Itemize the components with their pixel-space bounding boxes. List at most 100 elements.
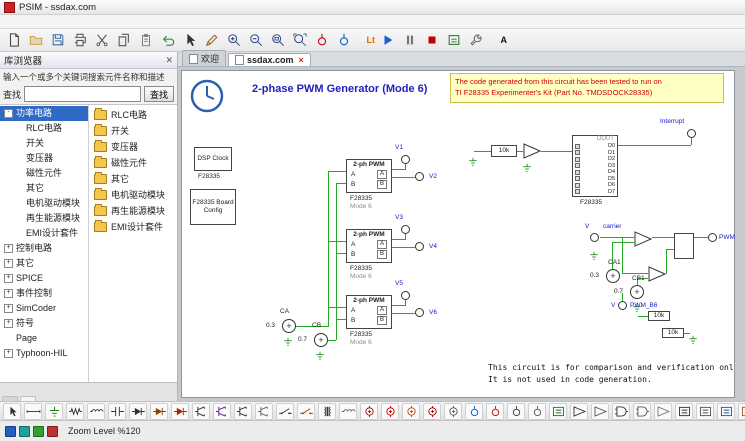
switch-icon[interactable] xyxy=(276,403,294,420)
expand-icon[interactable] xyxy=(14,184,23,193)
library-folder-item[interactable]: 电机驱动模块 xyxy=(89,187,177,203)
voltage-probe-v3[interactable] xyxy=(401,225,410,234)
text-tool-icon[interactable]: A xyxy=(488,30,508,50)
relay-icon[interactable] xyxy=(297,403,315,420)
tree-item[interactable]: 再生能源模块 xyxy=(0,211,88,226)
zoom-in-icon[interactable] xyxy=(224,30,244,50)
library-folder-item[interactable]: 其它 xyxy=(89,171,177,187)
undo-icon[interactable] xyxy=(158,30,178,50)
scope-icon[interactable] xyxy=(549,403,567,420)
ground-icon[interactable] xyxy=(45,403,63,420)
comparator-icon[interactable] xyxy=(591,403,609,420)
flipflop-icon[interactable] xyxy=(675,403,693,420)
sine-source-icon[interactable] xyxy=(381,403,399,420)
expand-icon[interactable]: + xyxy=(4,259,13,268)
or-gate-icon[interactable] xyxy=(633,403,651,420)
coupled-inductor-icon[interactable] xyxy=(339,403,357,420)
dsp-clock-block[interactable]: DSP Clock xyxy=(194,147,232,171)
expand-icon[interactable] xyxy=(14,199,23,208)
library-folder-item[interactable]: RLC电路 xyxy=(89,107,177,123)
status-icon-teal[interactable] xyxy=(19,426,30,437)
transformer-icon[interactable] xyxy=(318,403,336,420)
panel-close-icon[interactable]: ✕ xyxy=(165,55,173,66)
simview-icon[interactable] xyxy=(444,30,464,50)
opamp-icon[interactable] xyxy=(570,403,588,420)
not-gate-icon[interactable] xyxy=(654,403,672,420)
current-source-icon[interactable] xyxy=(423,403,441,420)
pwm-block-2[interactable]: 2-ph PWM AA BB xyxy=(346,229,392,263)
expand-icon[interactable] xyxy=(14,139,23,148)
comparator-1[interactable] xyxy=(634,231,652,247)
tree-item[interactable]: EMI设计套件 xyxy=(0,226,88,241)
expand-icon[interactable]: + xyxy=(4,349,13,358)
tree-item[interactable]: RLC电路 xyxy=(0,121,88,136)
wire-icon[interactable] xyxy=(24,403,42,420)
voltmeter-icon[interactable] xyxy=(507,403,525,420)
expand-icon[interactable] xyxy=(14,214,23,223)
pwm-block-1[interactable]: 2-ph PWM AA BB xyxy=(346,159,392,193)
expand-icon[interactable] xyxy=(14,229,23,238)
voltage-probe-v2[interactable] xyxy=(415,172,424,181)
thyristor-icon[interactable] xyxy=(171,403,189,420)
source-ca[interactable]: + xyxy=(282,319,296,333)
controlled-source-icon[interactable] xyxy=(444,403,462,420)
expand-icon[interactable]: + xyxy=(4,319,13,328)
adc-icon[interactable] xyxy=(717,403,735,420)
pause-simulation-icon[interactable] xyxy=(400,30,420,50)
cut-icon[interactable] xyxy=(92,30,112,50)
resistor-10k-2[interactable]: 10k xyxy=(662,328,684,338)
tree-item[interactable]: 开关 xyxy=(0,136,88,151)
status-icon-green[interactable] xyxy=(33,426,44,437)
paste-icon[interactable] xyxy=(136,30,156,50)
library-folder-item[interactable]: 变压器 xyxy=(89,139,177,155)
pnp-icon[interactable] xyxy=(255,403,273,420)
mosfet-icon[interactable] xyxy=(192,403,210,420)
expand-icon[interactable]: + xyxy=(4,304,13,313)
pwm-probe[interactable] xyxy=(708,233,717,242)
expand-icon[interactable]: + xyxy=(4,289,13,298)
tree-item[interactable]: 磁性元件 xyxy=(0,166,88,181)
new-file-icon[interactable] xyxy=(4,30,24,50)
expand-icon[interactable]: + xyxy=(4,244,13,253)
tree-item[interactable]: + 符号 xyxy=(0,316,88,331)
npn-icon[interactable] xyxy=(234,403,252,420)
source-ca1[interactable]: + xyxy=(606,269,620,283)
expand-icon[interactable]: + xyxy=(4,274,13,283)
inductor-icon[interactable] xyxy=(87,403,105,420)
expand-icon[interactable] xyxy=(14,169,23,178)
schematic-sheet[interactable]: 2-phase PWM Generator (Mode 6) The code … xyxy=(181,70,735,398)
library-folder-item[interactable]: EMI设计套件 xyxy=(89,219,177,235)
draw-wire-icon[interactable] xyxy=(202,30,222,50)
status-icon-blue[interactable] xyxy=(5,426,16,437)
interrupt-probe[interactable] xyxy=(687,129,696,138)
wrench-tool-icon[interactable] xyxy=(466,30,486,50)
copy-icon[interactable] xyxy=(114,30,134,50)
carrier-probe[interactable] xyxy=(590,233,599,242)
tree-item[interactable]: + 控制电路 xyxy=(0,241,88,256)
tree-item[interactable]: 变压器 xyxy=(0,151,88,166)
tree-item[interactable]: + 其它 xyxy=(0,256,88,271)
save-file-icon[interactable] xyxy=(48,30,68,50)
expand-icon[interactable] xyxy=(14,154,23,163)
diode-icon[interactable] xyxy=(129,403,147,420)
expand-icon[interactable]: - xyxy=(4,109,13,118)
tree-item[interactable]: + 事件控制 xyxy=(0,286,88,301)
voltage-probe-icon[interactable] xyxy=(312,30,332,50)
library-folder-item[interactable]: 再生能源模块 xyxy=(89,203,177,219)
pwm-b6-probe[interactable] xyxy=(618,301,627,310)
capacitor-icon[interactable] xyxy=(108,403,126,420)
tree-item[interactable]: + Typhoon-HIL xyxy=(0,346,88,361)
zoom-fit-icon[interactable] xyxy=(290,30,310,50)
resistor-10k-1[interactable]: 10k xyxy=(648,311,670,321)
dc-source-icon[interactable] xyxy=(360,403,378,420)
stop-simulation-icon[interactable] xyxy=(422,30,442,50)
library-search-input[interactable] xyxy=(24,86,141,102)
ltspice-badge[interactable]: Lt xyxy=(356,30,376,50)
tab-close-icon[interactable]: × xyxy=(299,55,304,65)
voltage-probe-v1[interactable] xyxy=(401,155,410,164)
square-source-icon[interactable] xyxy=(402,403,420,420)
expand-icon[interactable] xyxy=(14,124,23,133)
resistor-icon[interactable] xyxy=(66,403,84,420)
dout-block[interactable]: DOUT D0 D1 D2 xyxy=(572,135,618,197)
tree-item[interactable]: 电机驱动模块 xyxy=(0,196,88,211)
